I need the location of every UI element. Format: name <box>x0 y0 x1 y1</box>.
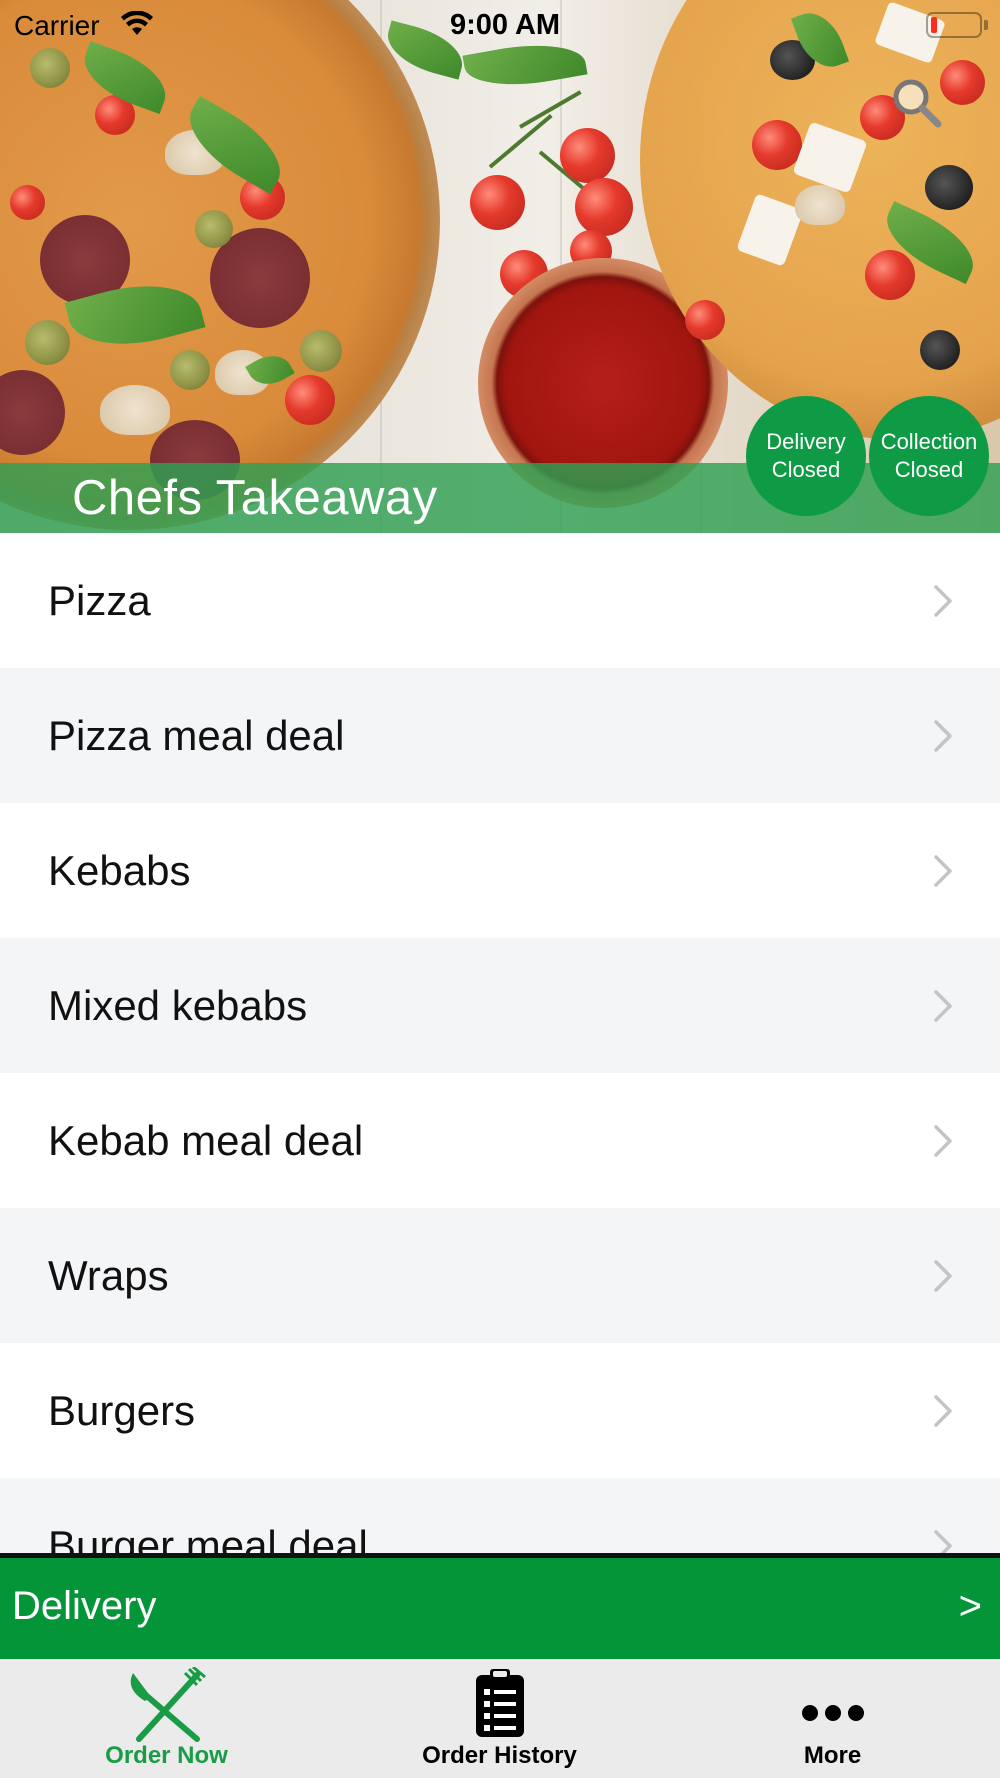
chevron-right-icon <box>934 1124 952 1157</box>
tab-order-history[interactable]: Order History <box>333 1659 666 1778</box>
tab-order-now-label: Order Now <box>105 1742 228 1769</box>
chevron-right-icon <box>934 719 952 752</box>
menu-item-kebabs[interactable]: Kebabs <box>0 803 1000 938</box>
menu-category-list: Pizza Pizza meal deal Kebabs Mixed kebab… <box>0 533 1000 1553</box>
clipboard-list-icon <box>475 1669 524 1737</box>
clock: 9:00 AM <box>449 9 561 41</box>
menu-item-label: Burger meal deal <box>48 1521 368 1554</box>
fork-knife-icon <box>130 1667 206 1742</box>
chevron-right-icon <box>934 989 952 1022</box>
chevron-right-icon <box>934 1259 952 1292</box>
tab-order-history-label: Order History <box>422 1742 577 1769</box>
delivery-status-badge: Delivery Closed <box>746 396 866 516</box>
menu-item-label: Burgers <box>48 1386 196 1434</box>
chevron-right-icon <box>934 1529 952 1553</box>
collection-status-badge: Collection Closed <box>869 396 989 516</box>
battery-icon <box>926 12 982 38</box>
tab-bar: Order Now Order History More <box>0 1659 1000 1778</box>
menu-item-wraps[interactable]: Wraps <box>0 1208 1000 1343</box>
tab-more-label: More <box>803 1742 862 1769</box>
collection-status-label: Collection <box>880 429 978 454</box>
menu-item-burgers[interactable]: Burgers <box>0 1343 1000 1478</box>
battery-cap <box>984 20 988 30</box>
menu-item-label: Kebabs <box>48 846 191 894</box>
restaurant-name: Chefs Takeaway <box>72 471 438 525</box>
menu-item-pizza-meal-deal[interactable]: Pizza meal deal <box>0 668 1000 803</box>
menu-item-label: Pizza <box>48 576 151 624</box>
menu-item-kebab-meal-deal[interactable]: Kebab meal deal <box>0 1073 1000 1208</box>
menu-item-label: Pizza meal deal <box>48 711 345 759</box>
search-icon[interactable] <box>888 74 944 130</box>
order-mode-arrow: > <box>958 1584 982 1628</box>
order-mode-label: Delivery <box>12 1584 157 1628</box>
chevron-right-icon <box>934 584 952 617</box>
menu-item-label: Mixed kebabs <box>48 981 308 1029</box>
menu-item-burger-meal-deal[interactable]: Burger meal deal <box>0 1478 1000 1553</box>
chevron-right-icon <box>934 854 952 887</box>
collection-status-value: Closed <box>894 457 964 482</box>
tab-more[interactable]: More <box>666 1659 999 1778</box>
delivery-status-value: Closed <box>771 457 841 482</box>
menu-item-label: Kebab meal deal <box>48 1116 364 1164</box>
status-bar: Carrier 9:00 AM <box>0 0 1000 50</box>
menu-item-label: Wraps <box>48 1251 169 1299</box>
hero-banner: Chefs Takeaway Delivery Closed Collectio… <box>0 0 1000 533</box>
chevron-right-icon <box>934 1394 952 1427</box>
tab-order-now[interactable]: Order Now <box>0 1659 333 1778</box>
order-mode-bar[interactable]: Delivery > <box>0 1558 1000 1659</box>
menu-item-pizza[interactable]: Pizza <box>0 533 1000 668</box>
more-dots-icon <box>801 1705 864 1721</box>
menu-item-mixed-kebabs[interactable]: Mixed kebabs <box>0 938 1000 1073</box>
delivery-status-label: Delivery <box>766 429 846 454</box>
